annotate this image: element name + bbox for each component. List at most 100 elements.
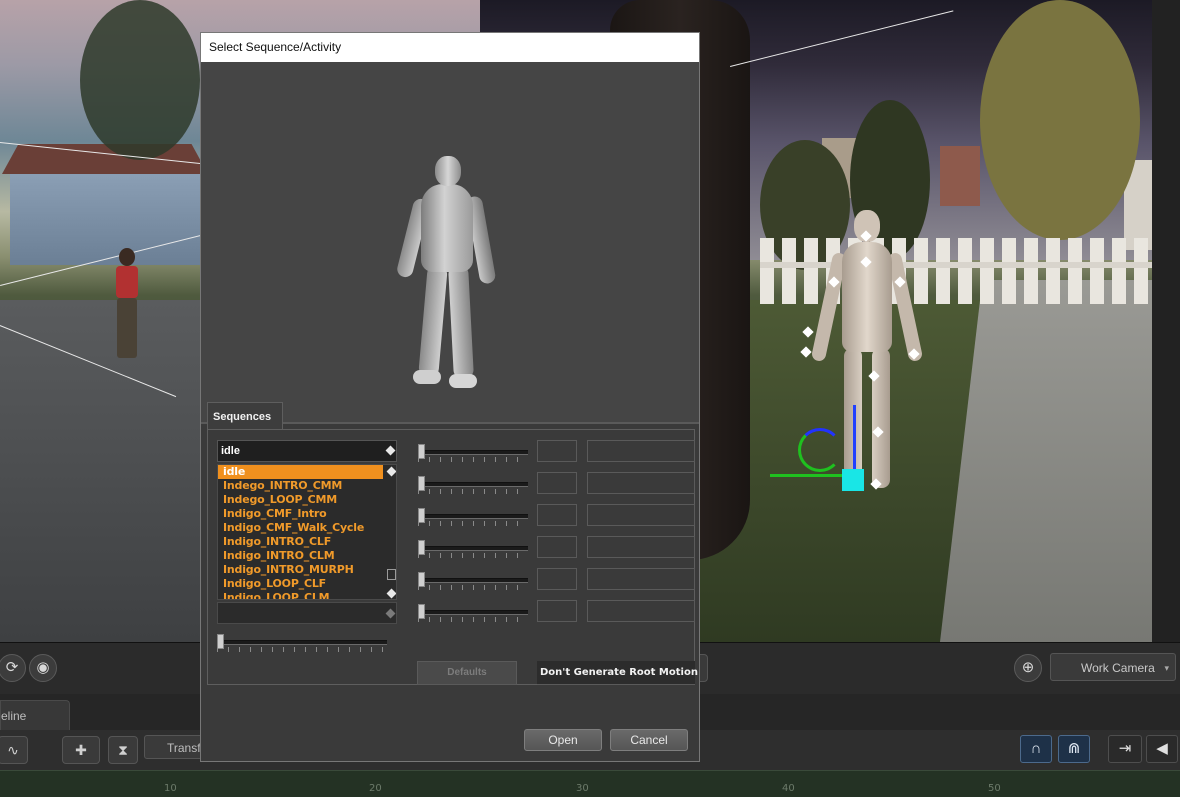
character-legs xyxy=(117,298,137,358)
pose-parameter-slider[interactable] xyxy=(418,540,528,558)
magnet-icon[interactable]: ∩ xyxy=(1020,735,1052,763)
ruler-number: 50 xyxy=(988,783,1001,794)
sequence-list[interactable]: idle Indego_INTRO_CMM Indego_LOOP_CMM In… xyxy=(217,464,397,600)
ruler-number: 30 xyxy=(576,783,589,794)
magnet-snap-icon[interactable]: ⋒ xyxy=(1058,735,1090,763)
pose-parameter-number[interactable] xyxy=(537,472,577,494)
house-roof xyxy=(2,144,208,174)
gizmo-rotate-ring[interactable] xyxy=(798,428,842,472)
pose-parameter-value[interactable] xyxy=(587,568,695,590)
slider-ticks xyxy=(217,647,387,652)
sequence-filter-combo[interactable]: idle xyxy=(217,440,397,462)
slider-track xyxy=(418,578,528,583)
scroll-up-icon[interactable] xyxy=(386,466,396,477)
model-preview[interactable] xyxy=(201,62,699,424)
add-key-icon[interactable]: ✚ xyxy=(62,736,100,764)
list-item[interactable]: Indigo_LOOP_CLM xyxy=(218,591,396,599)
preview-model-head xyxy=(435,156,461,186)
cancel-button[interactable]: Cancel xyxy=(610,729,688,751)
list-item[interactable]: Indigo_INTRO_CLM xyxy=(218,549,396,563)
gizmo-center-handle[interactable] xyxy=(842,469,864,491)
preview-model-foot xyxy=(449,374,477,388)
scroll-down-icon[interactable] xyxy=(386,588,396,599)
timeline-slider[interactable] xyxy=(217,634,387,652)
pose-parameter-number[interactable] xyxy=(537,600,577,622)
character-torso xyxy=(116,266,138,298)
pose-parameter-slider[interactable] xyxy=(418,572,528,590)
slider-track xyxy=(418,546,528,551)
gizmo-z-axis[interactable] xyxy=(853,405,856,471)
list-item[interactable]: idle xyxy=(218,465,383,479)
skip-to-end-icon[interactable]: ⇥ xyxy=(1108,735,1142,763)
background-building xyxy=(940,146,980,206)
pose-parameter-number[interactable] xyxy=(537,568,577,590)
camera-select[interactable]: Work Camera ▾ xyxy=(1050,653,1176,681)
list-item[interactable]: Indigo_INTRO_CLF xyxy=(218,535,396,549)
speaker-icon[interactable]: ◀ xyxy=(1146,735,1178,763)
list-item[interactable]: Indigo_CMF_Walk_Cycle xyxy=(218,521,396,535)
orbit-icon[interactable]: ⟳ xyxy=(0,654,26,682)
curve-icon[interactable]: ∿ xyxy=(0,736,28,764)
target-icon[interactable]: ◉ xyxy=(29,654,57,682)
tree-canopy xyxy=(80,0,200,160)
slider-track xyxy=(418,450,528,455)
preview-model-torso xyxy=(421,184,473,272)
dropdown-diamond-icon xyxy=(385,445,396,456)
sequence-weight-field[interactable] xyxy=(217,602,397,624)
pose-parameter-value[interactable] xyxy=(587,504,695,526)
pose-parameter-number[interactable] xyxy=(537,440,577,462)
list-item[interactable]: Indego_INTRO_CMM xyxy=(218,479,396,493)
slider-ticks xyxy=(418,521,528,526)
tree-canopy xyxy=(980,0,1140,240)
slider-track xyxy=(418,610,528,615)
tab-sequences[interactable]: Sequences xyxy=(207,402,283,430)
sequences-panel: idle idle Indego_INTRO_CMM Indego_LOOP_C… xyxy=(207,429,698,685)
character-female[interactable] xyxy=(112,248,142,368)
slider-track xyxy=(418,482,528,487)
list-item[interactable]: Indigo_CMF_Intro xyxy=(218,507,396,521)
pose-parameter-number[interactable] xyxy=(537,504,577,526)
slider-ticks xyxy=(418,585,528,590)
transform-button-label: Transf xyxy=(167,741,201,755)
pose-parameter-slider[interactable] xyxy=(418,508,528,526)
pose-parameter-slider[interactable] xyxy=(418,604,528,622)
ruler-number: 40 xyxy=(782,783,795,794)
pose-parameter-number[interactable] xyxy=(537,536,577,558)
hourglass-icon[interactable]: ⧗ xyxy=(108,736,138,764)
picket-fence xyxy=(760,238,1152,304)
sequence-filter-value: idle xyxy=(221,445,240,457)
pose-parameter-value[interactable] xyxy=(587,472,695,494)
camera-select-label: Work Camera xyxy=(1081,661,1155,675)
pose-parameter-slider[interactable] xyxy=(418,476,528,494)
crosshair-icon[interactable]: ⊕ xyxy=(1014,654,1042,682)
model-leg xyxy=(872,348,890,488)
scrollbar-thumb[interactable] xyxy=(387,569,396,580)
root-motion-option[interactable]: Don't Generate Root Motion xyxy=(537,661,698,685)
slider-ticks xyxy=(418,457,528,462)
defaults-button[interactable]: Defaults xyxy=(417,661,517,685)
list-item[interactable]: Indigo_INTRO_MURPH xyxy=(218,563,396,577)
sequence-tab-area: Sequences idle idle Indego_INTRO_CMM Ind… xyxy=(207,402,698,685)
list-scrollbar[interactable] xyxy=(386,465,396,599)
character-head xyxy=(119,248,135,266)
gizmo-y-axis[interactable] xyxy=(770,474,842,477)
preview-model-leg xyxy=(448,265,474,379)
slider-track xyxy=(217,640,387,645)
list-item[interactable]: Indigo_LOOP_CLF xyxy=(218,577,396,591)
pose-parameter-slider[interactable] xyxy=(418,444,528,462)
list-item[interactable]: Indego_LOOP_CMM xyxy=(218,493,396,507)
ruler-number: 10 xyxy=(164,783,177,794)
dialog-title[interactable]: Select Sequence/Activity xyxy=(201,33,699,62)
select-sequence-dialog: Select Sequence/Activity Sequences idle … xyxy=(200,32,700,762)
ruler-number: 20 xyxy=(369,783,382,794)
transform-button[interactable]: Transf xyxy=(144,735,204,759)
slider-ticks xyxy=(418,553,528,558)
tab-timeline[interactable]: eline xyxy=(0,700,70,731)
pose-parameter-value[interactable] xyxy=(587,440,695,462)
open-button[interactable]: Open xyxy=(524,729,602,751)
background-house xyxy=(2,144,208,265)
timeline-ruler[interactable]: 10 20 30 40 50 xyxy=(0,770,1180,797)
pose-parameter-value[interactable] xyxy=(587,536,695,558)
fence-rail xyxy=(760,262,1152,268)
pose-parameter-value[interactable] xyxy=(587,600,695,622)
